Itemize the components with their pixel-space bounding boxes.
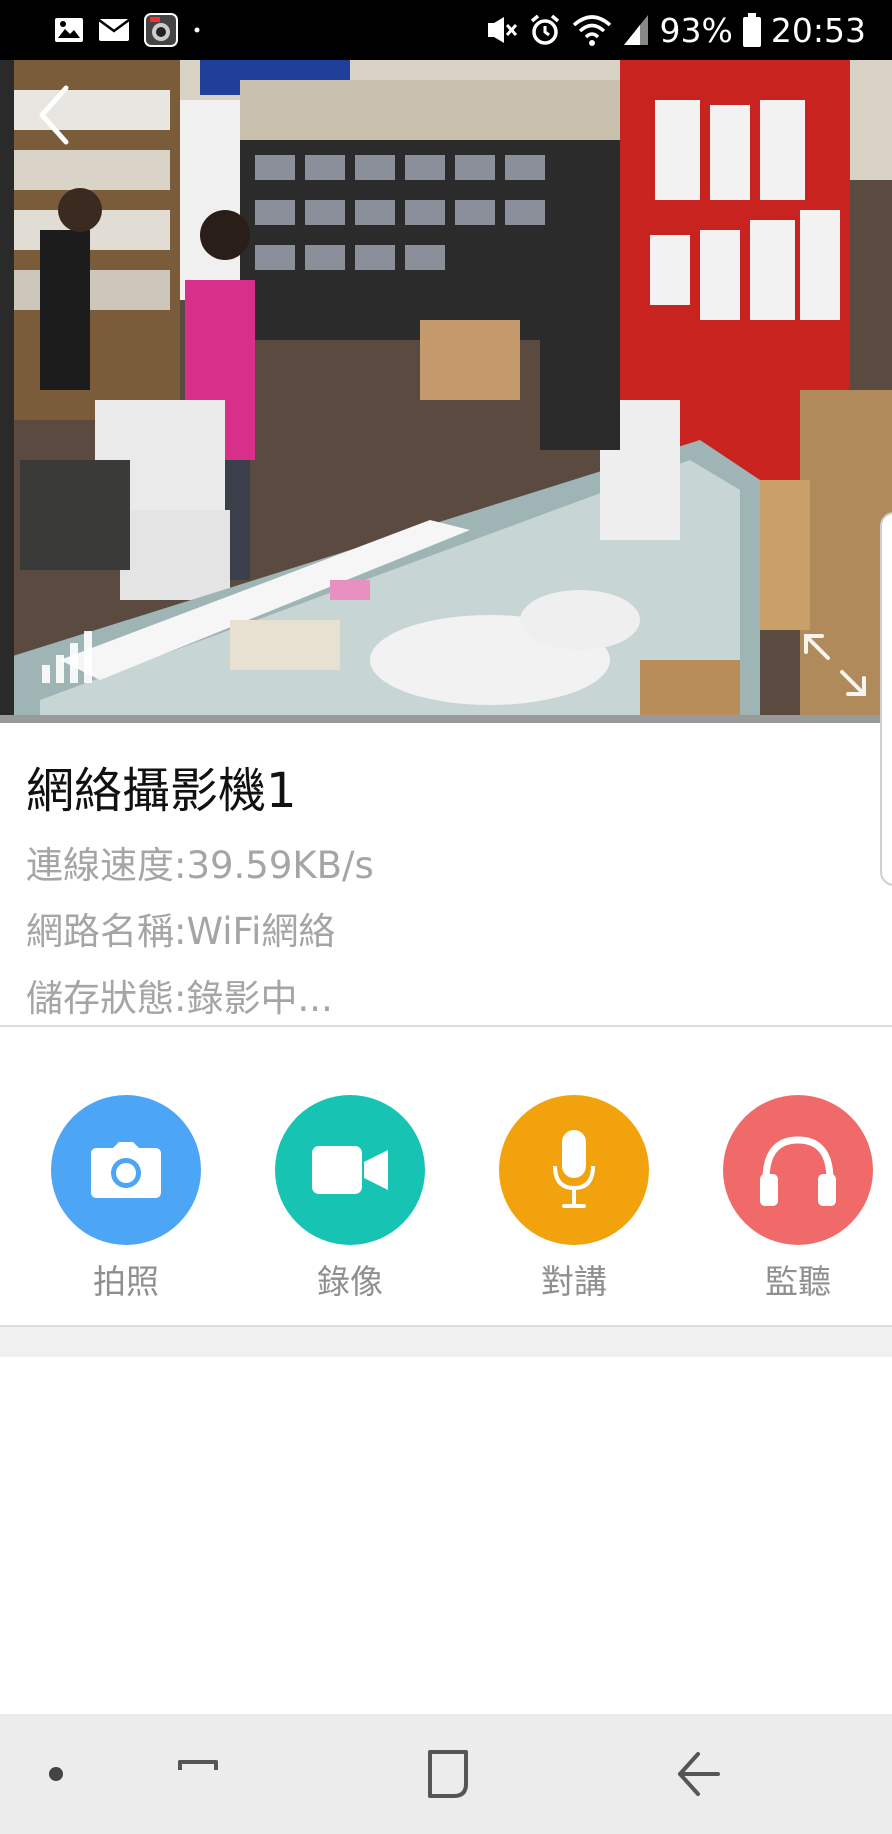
- video-camera-icon: [312, 1146, 388, 1194]
- storage-status: 儲存狀態:錄影中...: [26, 977, 333, 1020]
- live-video-view[interactable]: [0, 60, 892, 723]
- mail-icon: [98, 18, 130, 41]
- record-label: 錄像: [317, 1262, 383, 1301]
- listen-circle[interactable]: [723, 1095, 873, 1245]
- camera-icon: [91, 1142, 161, 1198]
- edge-panel-handle[interactable]: [880, 512, 892, 886]
- intercom-label: 對講: [541, 1262, 607, 1301]
- mute-icon: [487, 17, 517, 43]
- battery-level: 93%: [659, 10, 733, 50]
- action-bar: 拍照 錄像 對講 監聽: [0, 1027, 892, 1325]
- snapshot-button[interactable]: 拍照: [46, 1095, 206, 1303]
- camera-name: 網絡攝影機1: [26, 763, 297, 819]
- intercom-button[interactable]: 對講: [494, 1095, 654, 1303]
- listen-label: 監聽: [765, 1262, 831, 1301]
- back-icon[interactable]: [668, 1744, 728, 1804]
- status-bar: 93% 20:53: [0, 0, 892, 60]
- nav-dot-icon[interactable]: [26, 1744, 86, 1804]
- signal-strength-icon: [42, 631, 92, 683]
- microphone-icon: [553, 1130, 595, 1208]
- wifi-icon: [572, 15, 611, 46]
- battery-icon: [742, 13, 761, 47]
- app-icon: [144, 13, 178, 47]
- record-button[interactable]: 錄像: [270, 1095, 430, 1303]
- camera-info-panel: 網絡攝影機1 連線速度:39.59KB/s 網路名稱:WiFi網絡 儲存狀態:錄…: [0, 723, 892, 1025]
- navigation-bar: [0, 1714, 892, 1834]
- connection-speed: 連線速度:39.59KB/s: [26, 844, 374, 887]
- intercom-circle[interactable]: [499, 1095, 649, 1245]
- section-separator: [0, 1327, 892, 1357]
- snapshot-circle[interactable]: [51, 1095, 201, 1245]
- listen-button[interactable]: 監聽: [718, 1095, 878, 1303]
- alarm-icon: [530, 14, 559, 45]
- fullscreen-icon[interactable]: [800, 630, 870, 700]
- network-name: 網路名稱:WiFi網絡: [26, 910, 336, 953]
- record-circle[interactable]: [275, 1095, 425, 1245]
- recent-apps-icon[interactable]: [168, 1744, 228, 1804]
- dot-icon: [194, 27, 200, 33]
- home-icon[interactable]: [418, 1744, 478, 1804]
- headphones-icon: [760, 1136, 836, 1206]
- back-arrow-icon[interactable]: [30, 80, 80, 150]
- image-icon: [55, 18, 83, 42]
- clock: 20:53: [770, 10, 866, 50]
- snapshot-label: 拍照: [93, 1262, 159, 1301]
- camera-feed-image: [0, 60, 892, 723]
- signal-icon: [623, 15, 648, 45]
